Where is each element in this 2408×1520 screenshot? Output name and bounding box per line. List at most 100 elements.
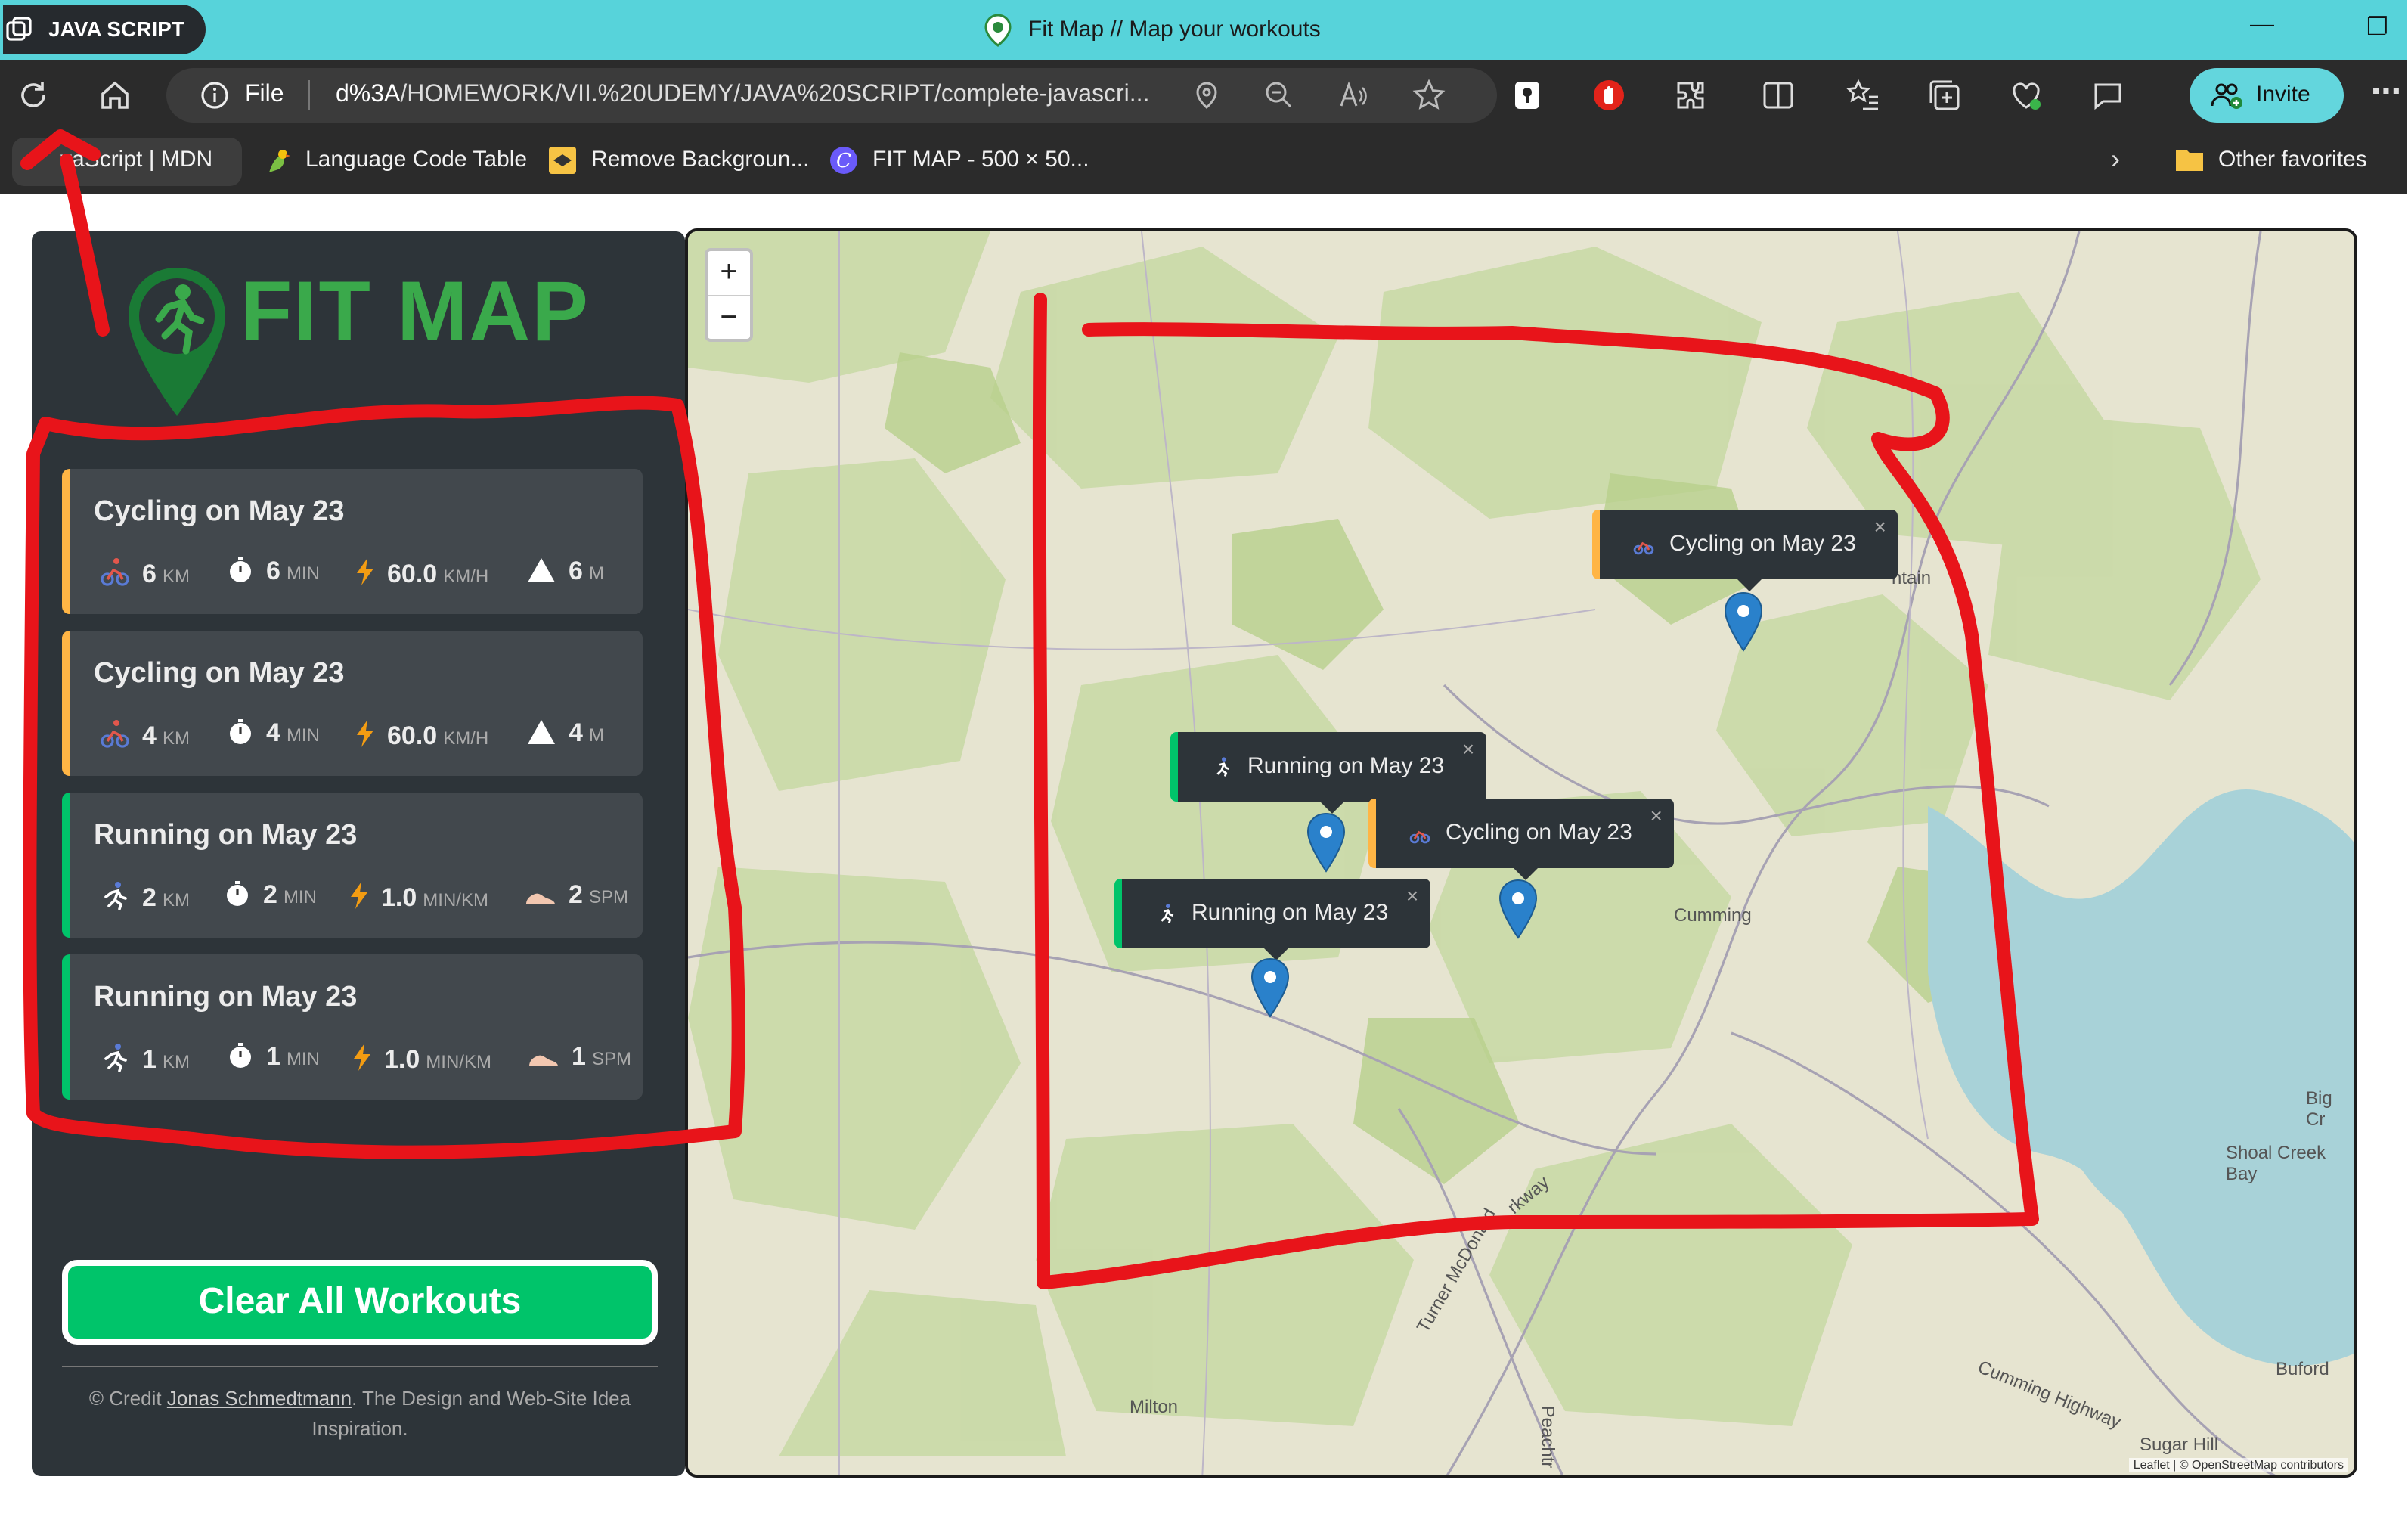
address-scheme: File (245, 82, 284, 107)
minimize-button[interactable]: — (2250, 12, 2274, 39)
zoom-out-icon[interactable] (1264, 80, 1294, 110)
info-icon[interactable] (200, 80, 230, 110)
home-icon[interactable] (97, 77, 133, 113)
bookmark-mdn[interactable]: vaScript | MDN (60, 147, 212, 172)
zoom-in-button[interactable]: + (708, 251, 750, 295)
workout-card[interactable]: Cycling on May 23 6 KM 6 MIN 60.0 KM/H 6M (62, 469, 643, 614)
foot-icon (526, 893, 555, 904)
map-marker-pin-icon[interactable] (1250, 957, 1290, 1018)
popup-close-button[interactable]: × (1406, 861, 1418, 930)
workout-card[interactable]: Running on May 23 1 KM 1 MIN 1.0 MIN/KM 1 SP… (62, 954, 643, 1100)
runner-icon (104, 1044, 127, 1072)
map-marker-pin-icon[interactable] (1498, 879, 1538, 939)
workout-card[interactable]: Cycling on May 23 4 KM 4 MIN 60.0 KM/H 4M (62, 631, 643, 776)
runner-icon (104, 882, 127, 910)
more-menu-icon[interactable]: ⋯ (2371, 73, 2401, 110)
workout-speed: 60.0 KM/H (354, 557, 488, 590)
collections-icon[interactable] (1926, 77, 1963, 113)
place-label-sugar-hill: Sugar Hill (2140, 1434, 2219, 1455)
workout-distance: 2 KM (100, 880, 190, 914)
credit-link[interactable]: Jonas Schmedtmann (167, 1387, 352, 1410)
favorite-star-icon[interactable] (1412, 79, 1446, 112)
workout-map[interactable]: + − Cumming Milton Buford Sugar Hill Sho… (685, 228, 2357, 1478)
address-divider (308, 80, 310, 110)
refresh-icon[interactable] (15, 77, 51, 113)
cyclist-icon (101, 720, 129, 748)
workout-distance: 6 KM (100, 557, 190, 590)
workout-popup[interactable]: Running on May 23 × (1170, 732, 1487, 814)
read-aloud-icon[interactable] (1338, 80, 1368, 110)
lightning-icon (357, 558, 373, 585)
mountain-icon (528, 558, 555, 582)
clear-all-workouts-button[interactable]: Clear All Workouts (62, 1260, 658, 1345)
cyclist-icon (101, 558, 129, 586)
workspace-icon (6, 17, 32, 41)
runner-icon (1161, 904, 1174, 924)
popup-close-button[interactable]: × (1650, 780, 1662, 850)
feedback-icon[interactable] (2090, 77, 2126, 113)
workout-speed: 60.0 KM/H (354, 718, 488, 752)
foot-icon (529, 1055, 558, 1066)
zoom-out-button[interactable]: − (708, 295, 750, 339)
workout-duration: 6 MIN (227, 557, 320, 587)
stopwatch-icon (230, 1043, 251, 1068)
bookmark-fit-map[interactable]: FIT MAP - 500 × 50... (872, 147, 1089, 172)
workout-distance: 1 KM (100, 1042, 190, 1075)
people-add-icon (2211, 83, 2242, 109)
stop-extension-icon[interactable] (1591, 77, 1627, 113)
extensions-icon[interactable] (1672, 77, 1709, 113)
address-bar[interactable]: File d%3A/HOMEWORK/VII.%20UDEMY/JAVA%20S… (166, 68, 1497, 123)
workout-title: Cycling on May 23 (94, 496, 345, 528)
workout-pace: 1.0 MIN/KM (351, 1042, 491, 1075)
map-marker-pin-icon[interactable] (1306, 812, 1346, 873)
bookmark-language-code-table[interactable]: Language Code Table (305, 147, 527, 172)
workout-popup[interactable]: Cycling on May 23 × (1368, 799, 1675, 880)
popup-close-button[interactable]: × (1462, 714, 1474, 783)
address-url[interactable]: d%3A/HOMEWORK/VII.%20UDEMY/JAVA%20SCRIPT… (336, 82, 1149, 109)
cyclist-icon (1409, 830, 1430, 844)
remove-bg-favicon-icon (549, 147, 576, 174)
workout-popup[interactable]: Cycling on May 23 × (1592, 510, 1898, 591)
workout-duration: 2 MIN (224, 880, 317, 910)
place-label-peachtree: Peachtr (1537, 1405, 1559, 1469)
place-label-milton: Milton (1130, 1396, 1179, 1417)
bookmarks-overflow-chevron-icon[interactable]: › (2111, 144, 2120, 175)
bookmark-remove-background[interactable]: Remove Backgroun... (591, 147, 810, 172)
browser-essentials-icon[interactable] (2008, 77, 2044, 113)
window-title: Fit Map // Map your workouts (984, 14, 1321, 47)
runner-pin-logo-icon (129, 268, 225, 416)
popup-close-button[interactable]: × (1873, 492, 1886, 561)
workout-title: Running on May 23 (94, 820, 358, 852)
lightning-icon (354, 1044, 370, 1071)
workout-cadence: 2 SPM (523, 880, 628, 910)
workout-elevation: 6M (526, 557, 604, 587)
workout-title: Running on May 23 (94, 982, 358, 1013)
profile-label: JAVA SCRIPT (48, 17, 184, 41)
restore-button[interactable]: ❐ (2366, 12, 2388, 42)
bookmark-other-favorites[interactable]: Other favorites (2218, 147, 2367, 172)
fitmap-favicon-icon (984, 14, 1012, 47)
window-title-bar: JAVA SCRIPT Fit Map // Map your workouts… (0, 0, 2407, 60)
workout-duration: 4 MIN (227, 718, 320, 749)
map-zoom-control: + − (705, 248, 753, 342)
location-icon[interactable] (1192, 80, 1222, 110)
workout-popup[interactable]: Running on May 23 × (1114, 879, 1431, 960)
invite-button[interactable]: Invite (2190, 68, 2344, 123)
workout-cadence: 1 SPM (526, 1042, 631, 1072)
place-label-buford: Buford (2276, 1358, 2329, 1379)
profile-button[interactable]: JAVA SCRIPT (3, 5, 206, 54)
svg-text:C: C (836, 150, 851, 172)
password-extension-icon[interactable] (1509, 77, 1545, 113)
workout-card[interactable]: Running on May 23 2 KM 2 MIN 1.0 MIN/KM 2 SP… (62, 793, 643, 938)
favorites-icon[interactable] (1845, 77, 1881, 113)
split-screen-icon[interactable] (1760, 77, 1796, 113)
folder-icon (2176, 150, 2203, 171)
map-attribution[interactable]: Leaflet | © OpenStreetMap contributors (2128, 1458, 2348, 1472)
workout-duration: 1 MIN (227, 1042, 320, 1072)
workout-elevation: 4M (526, 718, 604, 749)
place-label-big-creek: Big Cr (2306, 1087, 2332, 1130)
stopwatch-icon (227, 881, 248, 906)
lightning-icon (357, 720, 373, 747)
mountain-icon (528, 720, 555, 744)
map-marker-pin-icon[interactable] (1724, 591, 1763, 652)
